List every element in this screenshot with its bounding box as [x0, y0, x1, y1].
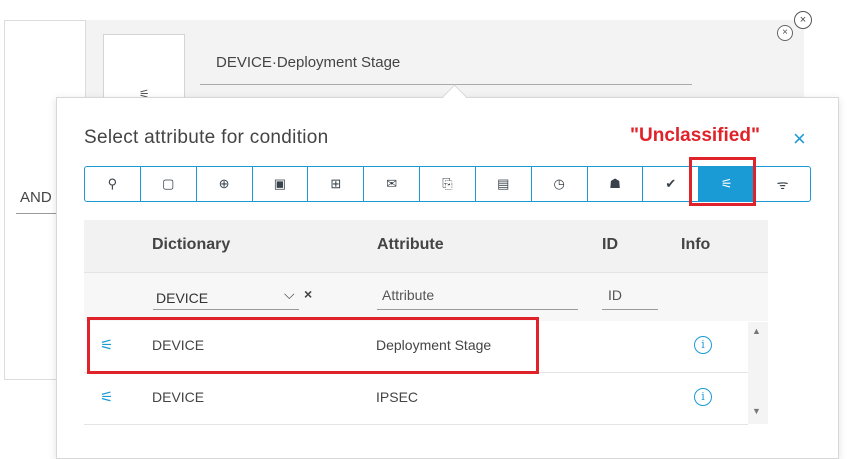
- id-filter-input[interactable]: ID: [608, 287, 622, 303]
- category-endpoint-button[interactable]: ▢: [141, 167, 197, 201]
- category-identity-button[interactable]: ☗: [588, 167, 644, 201]
- chevron-down-icon[interactable]: ⌵: [284, 286, 295, 303]
- logic-operator-label[interactable]: AND: [20, 189, 52, 206]
- certificate-icon: ⎘: [442, 176, 453, 191]
- category-certificate-button[interactable]: ⎘: [420, 167, 476, 201]
- close-icon[interactable]: ×: [793, 128, 806, 150]
- monitor-icon: ▣: [273, 176, 287, 191]
- column-header-id[interactable]: ID: [602, 236, 618, 254]
- check-circle-icon: ✔: [665, 176, 677, 191]
- clear-filter-icon[interactable]: ×: [304, 286, 312, 302]
- category-time-button[interactable]: ◷: [532, 167, 588, 201]
- clock-icon: ◷: [553, 176, 565, 191]
- condition-field-underline: [200, 84, 692, 85]
- attribute-filter-input[interactable]: Attribute: [382, 287, 434, 303]
- location-icon: ⚲: [107, 176, 118, 191]
- row-attribute: IPSEC: [376, 389, 419, 405]
- category-device-button[interactable]: ▣: [253, 167, 309, 201]
- column-header-dictionary[interactable]: Dictionary: [152, 236, 230, 254]
- id-filter-underline: [602, 309, 658, 310]
- condition-attribute-field[interactable]: DEVICE·Deployment Stage: [216, 54, 400, 71]
- category-server-button[interactable]: ▤: [476, 167, 532, 201]
- info-icon[interactable]: i: [694, 336, 712, 354]
- table-header: Dictionary Attribute ID Info: [84, 220, 768, 272]
- envelope-icon: ✉: [386, 176, 398, 191]
- column-header-info: Info: [681, 236, 711, 253]
- remove-condition-icon[interactable]: ×: [777, 25, 793, 41]
- server-icon: ▤: [497, 176, 510, 191]
- column-header-attribute[interactable]: Attribute: [377, 236, 444, 254]
- dictionary-filter-select[interactable]: DEVICE: [156, 290, 208, 306]
- condition-icon-box[interactable]: ⚟: [103, 34, 185, 104]
- dictionary-filter-underline: [153, 309, 299, 310]
- scroll-up-icon[interactable]: ▲: [752, 326, 761, 336]
- unclassified-icon: ⚟: [100, 389, 114, 406]
- network-device-icon: ⊞: [330, 176, 342, 191]
- close-circle-icon[interactable]: ×: [794, 11, 812, 29]
- annotation-highlight-box: [689, 157, 756, 206]
- wifi-icon: ᯤ: [776, 177, 789, 192]
- popup-title: Select attribute for condition: [84, 127, 329, 148]
- user-icon: ☗: [609, 176, 621, 191]
- category-wireless-button[interactable]: ᯤ: [755, 167, 810, 201]
- endpoint-icon: ▢: [162, 176, 175, 191]
- scroll-down-icon[interactable]: ▼: [752, 406, 761, 416]
- category-network-device-button[interactable]: ⊞: [308, 167, 365, 201]
- annotation-label: "Unclassified": [630, 125, 760, 146]
- table-scrollbar[interactable]: ▲ ▼: [748, 322, 768, 424]
- info-icon[interactable]: i: [694, 388, 712, 406]
- annotation-row-highlight: [87, 317, 539, 374]
- globe-icon: ⊕: [218, 176, 230, 191]
- table-row[interactable]: ⚟ DEVICE IPSEC i: [84, 373, 748, 425]
- row-dictionary: DEVICE: [152, 389, 205, 405]
- category-email-button[interactable]: ✉: [364, 167, 421, 201]
- category-location-button[interactable]: ⚲: [85, 167, 141, 201]
- category-network-button[interactable]: ⊕: [197, 167, 253, 201]
- attribute-filter-underline: [377, 309, 578, 310]
